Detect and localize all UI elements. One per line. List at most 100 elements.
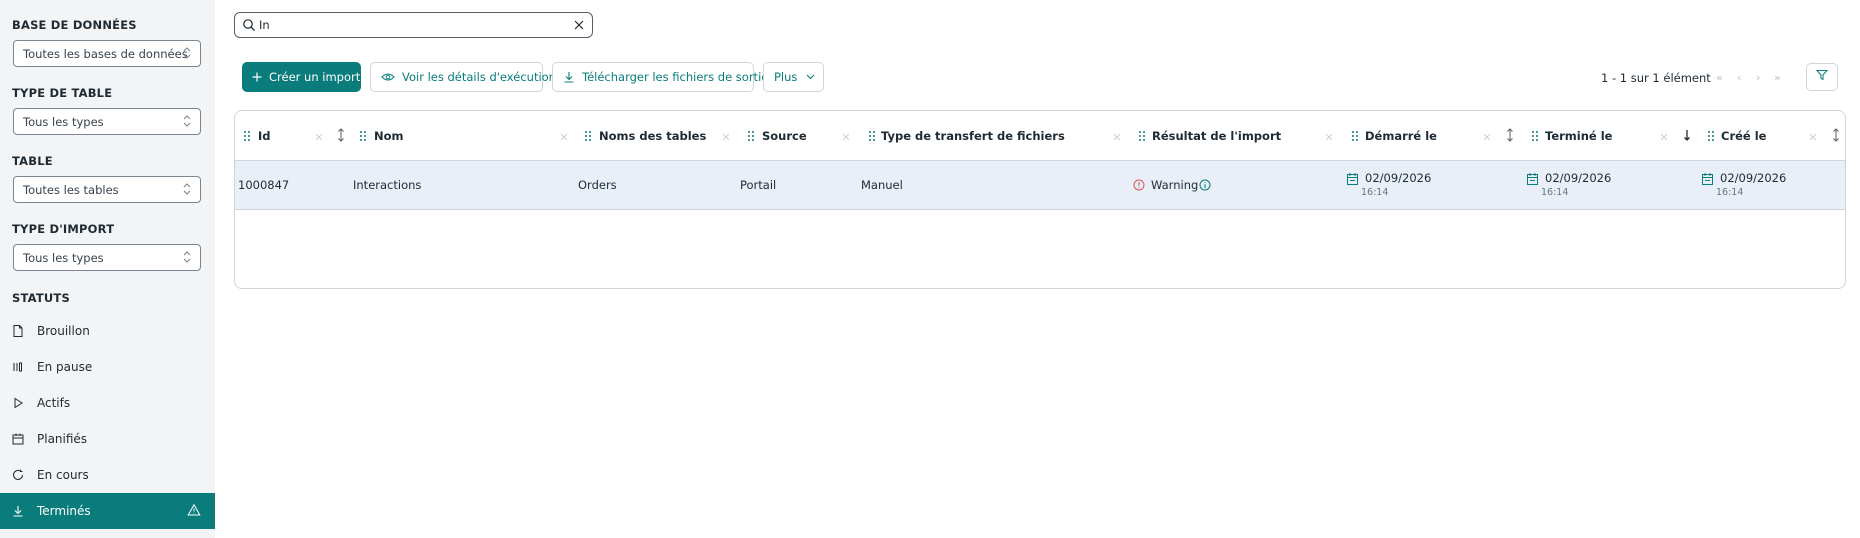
- select-chevrons-icon: [183, 47, 191, 59]
- drag-handle-icon[interactable]: [1708, 130, 1714, 145]
- create-import-label: Créer un import: [269, 70, 361, 84]
- status-item-label: Terminés: [37, 504, 91, 518]
- next-page-icon[interactable]: ›: [1756, 71, 1760, 84]
- drag-handle-icon[interactable]: [585, 130, 591, 145]
- create-import-button[interactable]: Créer un import: [242, 62, 361, 92]
- clear-column-filter-icon[interactable]: [1113, 130, 1121, 145]
- table-type-select-value: Tous les types: [23, 115, 104, 129]
- import-type-select[interactable]: Tous les types: [13, 244, 201, 271]
- clear-column-filter-icon[interactable]: [722, 130, 730, 145]
- sort-both-icon[interactable]: [337, 128, 345, 146]
- import-type-select-value: Tous les types: [23, 251, 104, 265]
- database-select[interactable]: Toutes les bases de données: [13, 40, 201, 67]
- column-header-demarre[interactable]: Démarré le: [1365, 129, 1437, 143]
- time-value: 16:14: [1716, 187, 1744, 198]
- search-input[interactable]: [259, 17, 559, 33]
- time-value: 16:14: [1361, 187, 1389, 198]
- status-item-termines[interactable]: Terminés: [0, 493, 215, 529]
- status-item-label: Planifiés: [37, 432, 88, 446]
- table-type-select[interactable]: Tous les types: [13, 108, 201, 135]
- warning-triangle-icon: [187, 503, 201, 520]
- chevron-down-icon: [806, 74, 815, 80]
- clear-icon[interactable]: [573, 19, 585, 35]
- sort-both-icon[interactable]: [1506, 128, 1514, 146]
- eye-icon: [381, 72, 395, 82]
- status-item-en-pause[interactable]: En pause: [0, 349, 215, 385]
- drag-handle-icon[interactable]: [869, 130, 875, 145]
- last-page-icon[interactable]: »: [1774, 71, 1781, 84]
- status-item-label: Actifs: [37, 396, 71, 410]
- table-filter-title: TABLE: [12, 154, 53, 168]
- clear-column-filter-icon[interactable]: [1483, 130, 1491, 145]
- status-item-brouillon[interactable]: Brouillon: [0, 313, 215, 349]
- download-output-files-button[interactable]: Télécharger les fichiers de sortie: [552, 62, 768, 92]
- clear-column-filter-icon[interactable]: [842, 130, 850, 145]
- more-label: Plus: [774, 70, 798, 84]
- view-execution-details-button[interactable]: Voir les détails d'exécution: [370, 62, 556, 92]
- import-type-filter-title: TYPE D'IMPORT: [12, 222, 115, 236]
- clear-column-filter-icon[interactable]: [560, 130, 568, 145]
- column-header-nom[interactable]: Nom: [374, 129, 404, 143]
- calendar-icon: [11, 432, 25, 446]
- sort-both-icon[interactable]: [1832, 128, 1840, 146]
- date-value: 02/09/2026: [1365, 171, 1432, 185]
- more-button[interactable]: Plus: [763, 62, 824, 92]
- imports-table: Id Nom Noms des tables Source Type de tr…: [234, 110, 1846, 289]
- status-item-label: Brouillon: [37, 324, 90, 338]
- column-header-resultat[interactable]: Résultat de l'import: [1152, 129, 1281, 143]
- search-box[interactable]: [234, 12, 593, 38]
- cell-transfert: Manuel: [861, 178, 903, 192]
- status-item-label: En pause: [37, 360, 93, 374]
- warning-circle-icon: [1133, 179, 1145, 191]
- status-item-label: En cours: [37, 468, 89, 482]
- status-item-planifies[interactable]: Planifiés: [0, 421, 215, 457]
- status-item-en-cours[interactable]: En cours: [0, 457, 215, 493]
- status-item-actifs[interactable]: Actifs: [0, 385, 215, 421]
- drag-handle-icon[interactable]: [360, 130, 366, 145]
- search-icon: [242, 18, 256, 36]
- column-header-source[interactable]: Source: [762, 129, 807, 143]
- column-header-noms-des-tables[interactable]: Noms des tables: [599, 129, 706, 143]
- cell-source: Portail: [740, 178, 777, 192]
- statuses-title: STATUTS: [12, 291, 70, 305]
- date-value: 02/09/2026: [1545, 171, 1612, 185]
- select-chevrons-icon: [183, 183, 191, 195]
- download-output-files-label: Télécharger les fichiers de sortie: [582, 70, 769, 84]
- pause-icon: [11, 360, 25, 374]
- first-page-icon[interactable]: «: [1716, 71, 1723, 84]
- download-icon: [11, 504, 25, 518]
- select-chevrons-icon: [183, 115, 191, 127]
- column-header-termine[interactable]: Terminé le: [1545, 129, 1612, 143]
- column-header-cree[interactable]: Créé le: [1721, 129, 1766, 143]
- table-row[interactable]: 1000847 Interactions Orders Portail Manu…: [235, 161, 1845, 210]
- column-header-id[interactable]: Id: [258, 129, 271, 143]
- view-execution-details-label: Voir les détails d'exécution: [402, 70, 556, 84]
- calendar-icon: [1347, 173, 1358, 189]
- play-icon: [11, 396, 25, 410]
- table-select[interactable]: Toutes les tables: [13, 176, 201, 203]
- drag-handle-icon[interactable]: [748, 130, 754, 145]
- pagination-summary: 1 - 1 sur 1 élément: [1601, 71, 1711, 85]
- result-label: Warning: [1151, 178, 1199, 192]
- cell-nom: Interactions: [353, 178, 422, 192]
- drag-handle-icon[interactable]: [1532, 130, 1538, 145]
- file-icon: [11, 324, 25, 338]
- database-filter-title: BASE DE DONNÉES: [12, 18, 137, 32]
- drag-handle-icon[interactable]: [244, 130, 250, 145]
- clear-column-filter-icon[interactable]: [1660, 130, 1668, 145]
- clear-column-filter-icon[interactable]: [315, 130, 323, 145]
- previous-page-icon[interactable]: ‹: [1737, 71, 1741, 84]
- column-header-type-transfert[interactable]: Type de transfert de fichiers: [881, 129, 1065, 143]
- clear-column-filter-icon[interactable]: [1325, 130, 1333, 145]
- sort-descending-icon[interactable]: [1683, 128, 1691, 146]
- drag-handle-icon[interactable]: [1139, 130, 1145, 145]
- info-icon[interactable]: [1199, 179, 1211, 191]
- filter-button[interactable]: [1806, 63, 1838, 91]
- cell-id: 1000847: [238, 178, 290, 192]
- table-type-filter-title: TYPE DE TABLE: [12, 86, 113, 100]
- table-select-value: Toutes les tables: [23, 183, 119, 197]
- filter-icon: [1815, 69, 1829, 85]
- cell-resultat: Warning: [1133, 178, 1211, 192]
- drag-handle-icon[interactable]: [1352, 130, 1358, 145]
- clear-column-filter-icon[interactable]: [1809, 130, 1817, 145]
